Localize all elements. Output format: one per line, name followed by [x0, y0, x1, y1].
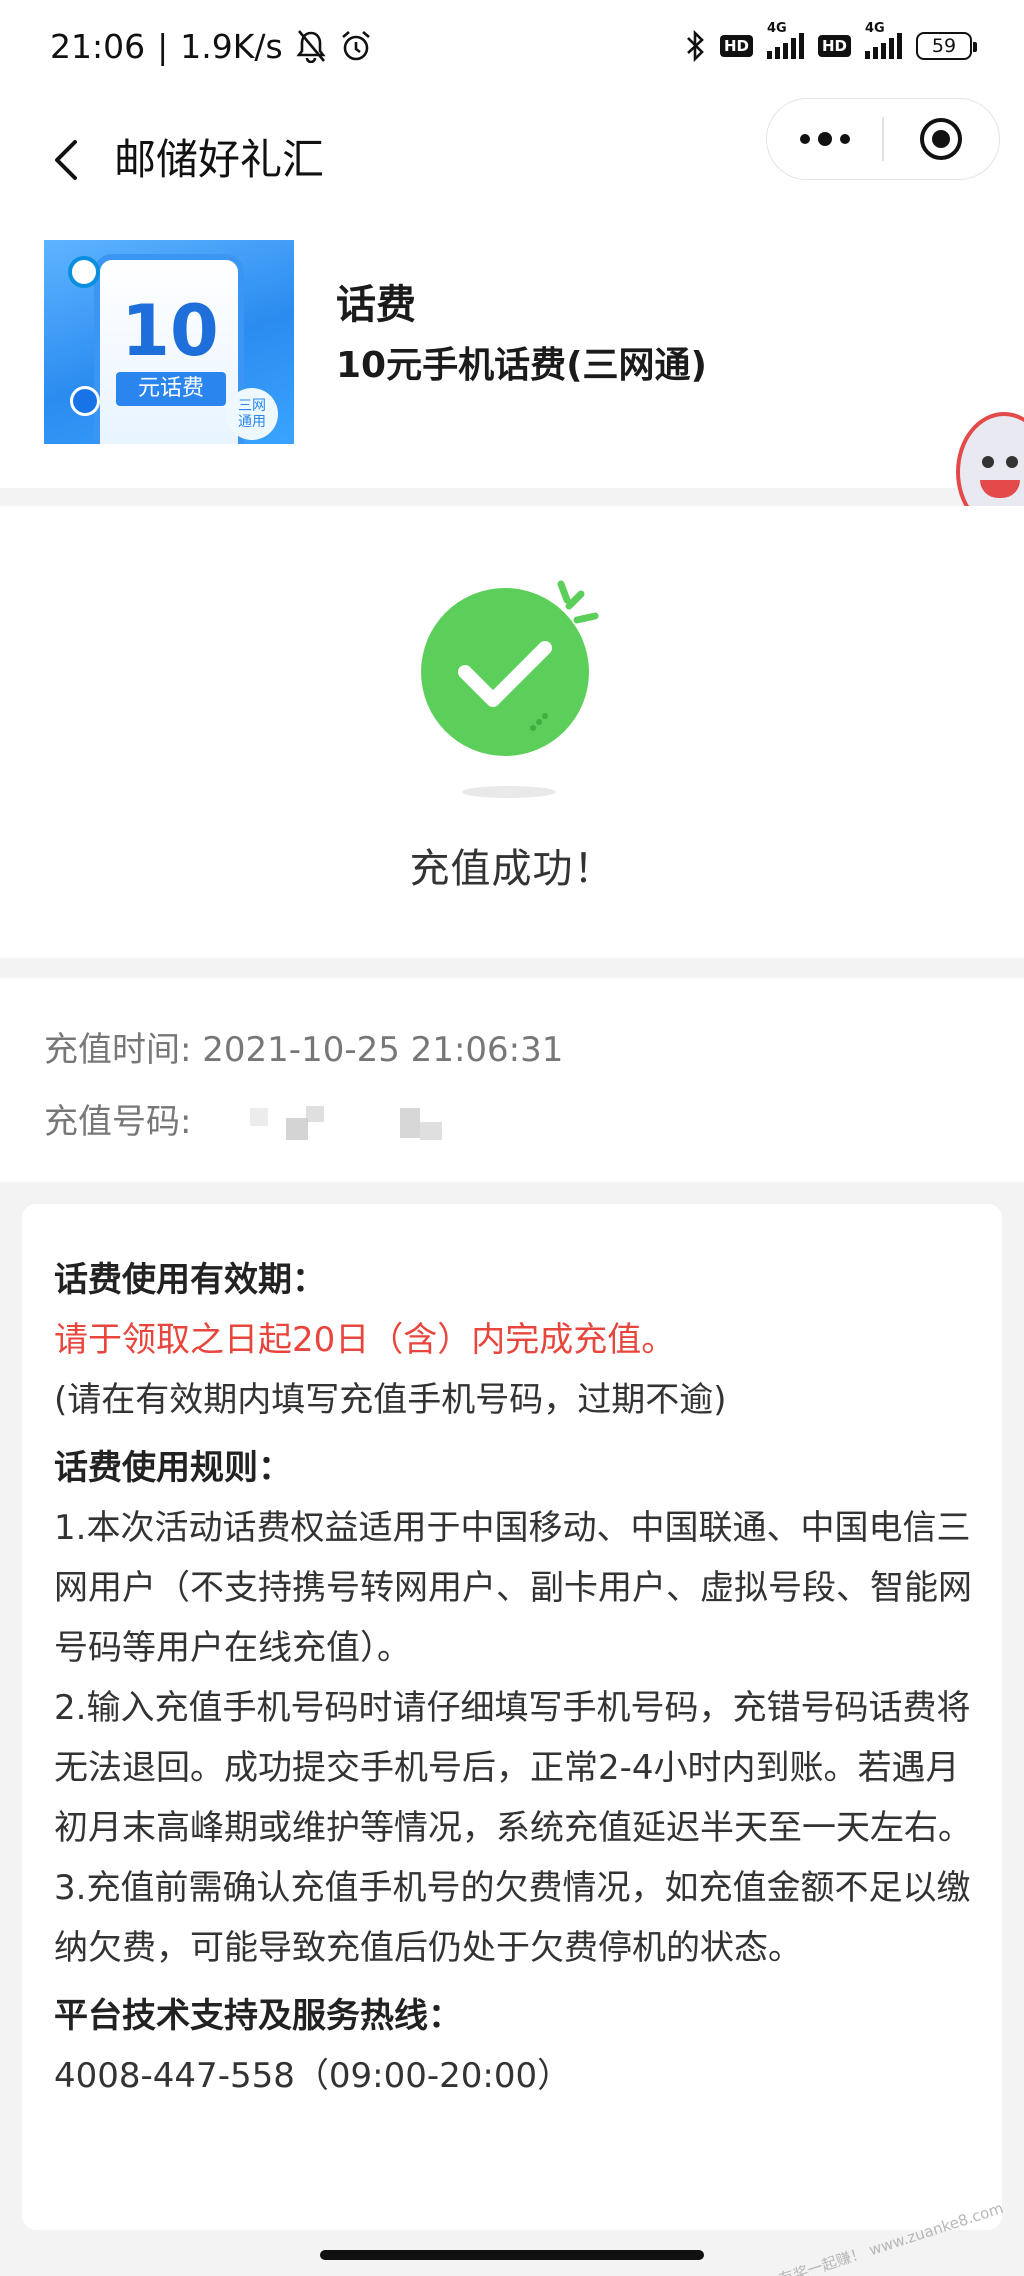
redacted-number-block	[306, 1106, 324, 1122]
product-card: 10 元话费 三网 通用 话费 10元手机话费(三网通)	[0, 222, 1024, 488]
signal-icon-2: 4G	[865, 21, 902, 59]
bell-off-icon	[295, 29, 327, 63]
nav-bar: 邮储好礼汇	[0, 92, 1024, 222]
hotline-number: 4008-447-558（09:00-20:00）	[54, 2056, 572, 2096]
status-right: HD 4G HD 4G 59	[684, 21, 977, 63]
bluetooth-icon	[684, 29, 706, 63]
alarm-icon	[339, 29, 373, 63]
product-name: 10元手机话费(三网通)	[336, 345, 708, 386]
rule-2: 2.输入充值手机号码时请仔细填写手机号码，充错号码话费将无法退回。成功提交手机号…	[54, 1688, 972, 1848]
status-bar: 21:06 | 1.9K/s HD 4G HD 4G 59	[0, 0, 1024, 92]
recharge-info: 充值时间: 2021-10-25 21:06:31 充值号码:	[0, 978, 1024, 1182]
rules-card: 话费使用有效期： 请于领取之日起20日（含）内完成充值。 (请在有效期内填写充值…	[22, 1204, 1002, 2230]
mini-program-capsule	[766, 98, 1000, 180]
validity-notice: 请于领取之日起20日（含）内完成充值。	[54, 1320, 676, 1360]
recharge-time-label: 充值时间:	[44, 1030, 192, 1070]
signal-icon: 4G	[766, 21, 804, 59]
recharge-number-label: 充值号码:	[44, 1102, 192, 1142]
usage-title: 话费使用规则：	[54, 1448, 292, 1488]
product-image-amount: 10	[121, 290, 219, 372]
rule-1: 1.本次活动话费权益适用于中国移动、中国联通、中国电信三网用户（不支持携号转网用…	[54, 1508, 972, 1668]
back-button[interactable]	[36, 120, 96, 200]
success-shadow	[462, 786, 556, 798]
redacted-number-block	[420, 1122, 442, 1140]
product-image: 10 元话费 三网 通用	[44, 240, 294, 444]
back-icon	[55, 140, 77, 180]
status-time: 21:06	[50, 26, 146, 66]
china-mobile-logo-icon	[68, 256, 100, 288]
recharge-time-row: 充值时间: 2021-10-25 21:06:31	[44, 1022, 563, 1071]
china-telecom-logo-icon	[70, 386, 100, 416]
redacted-number-block	[286, 1118, 308, 1140]
network-type-2: 4G	[865, 21, 885, 36]
network-type: 4G	[766, 21, 787, 36]
hd-badge: HD	[719, 35, 753, 57]
product-image-label: 元话费	[116, 372, 226, 406]
validity-title: 话费使用有效期：	[54, 1260, 326, 1300]
close-target-icon	[920, 118, 963, 160]
network-speed: 1.9K/s	[180, 26, 283, 66]
redacted-number-block	[400, 1108, 420, 1138]
recharge-number-row: 充值号码:	[44, 1094, 191, 1143]
check-circle-icon	[421, 580, 599, 756]
hotline-title: 平台技术支持及服务热线：	[54, 1996, 462, 2036]
status-left: 21:06 | 1.9K/s	[50, 27, 373, 66]
home-indicator[interactable]	[320, 2250, 704, 2260]
recharge-time-value: 2021-10-25 21:06:31	[202, 1030, 564, 1070]
product-image-badge: 三网 通用	[226, 388, 278, 440]
hd-badge-2: HD	[817, 35, 851, 57]
status-separator: |	[157, 26, 169, 66]
page-title: 邮储好礼汇	[114, 135, 325, 184]
more-icon	[799, 132, 850, 146]
success-section: 充值成功！	[0, 506, 1024, 958]
product-category: 话费	[336, 282, 416, 328]
success-message: 充值成功！	[409, 846, 615, 892]
validity-note: (请在有效期内填写充值手机号码，过期不逾)	[54, 1380, 727, 1420]
close-button[interactable]	[884, 99, 999, 179]
rule-3: 3.充值前需确认充值手机号的欠费情况，如充值金额不足以缴纳欠费，可能导致充值后仍…	[54, 1868, 971, 1968]
battery-level: 59	[931, 35, 957, 57]
redacted-number-block	[250, 1108, 268, 1126]
more-button[interactable]	[767, 99, 882, 179]
battery-icon: 59	[916, 32, 977, 60]
